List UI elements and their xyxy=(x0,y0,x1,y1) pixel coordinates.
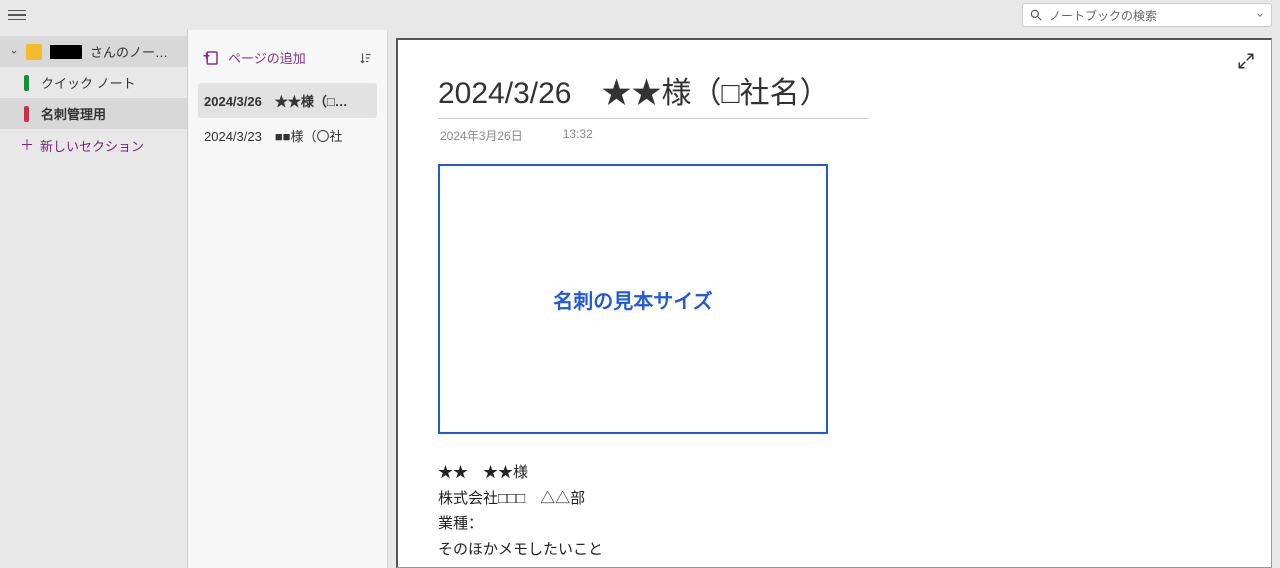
card-placeholder-box[interactable]: 名刺の見本サイズ xyxy=(438,164,828,434)
expand-icon[interactable] xyxy=(1237,52,1255,70)
chevron-down-icon xyxy=(10,48,18,56)
menu-toggle-icon[interactable] xyxy=(8,6,26,24)
notebook-icon xyxy=(26,44,42,60)
sidebar: さんのノートブック クイック ノート 名刺管理用 ＋ 新しいセクション xyxy=(0,30,188,568)
search-input[interactable]: ノートブックの検索 xyxy=(1022,3,1272,27)
page-canvas[interactable]: 2024/3/26 ★★様（□社名） 2024年3月26日 13:32 名刺の見… xyxy=(396,38,1272,568)
plus-icon: ＋ xyxy=(20,135,32,155)
page-list-item[interactable]: 2024/3/26 ★★様（□… xyxy=(198,83,377,118)
sort-icon[interactable] xyxy=(359,51,373,65)
section-label: 名刺管理用 xyxy=(41,104,106,123)
page-list-item[interactable]: 2024/3/23 ■■様（〇社 xyxy=(198,118,377,153)
add-page-icon xyxy=(202,49,220,67)
card-placeholder-text: 名刺の見本サイズ xyxy=(553,285,712,314)
section-color-icon xyxy=(24,75,29,91)
sidebar-notebook[interactable]: さんのノートブック xyxy=(0,36,187,67)
page-time: 13:32 xyxy=(563,127,593,144)
body-line: 業種： xyxy=(438,511,1231,537)
chevron-down-icon[interactable] xyxy=(1255,10,1265,20)
sidebar-new-section[interactable]: ＋ 新しいセクション xyxy=(0,129,187,161)
sidebar-section-cards[interactable]: 名刺管理用 xyxy=(0,98,187,129)
body-line: 株式会社□□□ △△部 xyxy=(438,486,1231,512)
add-page-label: ページの追加 xyxy=(228,48,351,67)
search-icon xyxy=(1029,8,1043,22)
add-page-button[interactable]: ページの追加 xyxy=(198,44,377,71)
redacted-name xyxy=(50,45,82,59)
search-placeholder: ノートブックの検索 xyxy=(1049,7,1249,24)
body-line: そのほかメモしたいこと xyxy=(438,537,1231,563)
page-date: 2024年3月26日 xyxy=(440,127,523,144)
section-label: クイック ノート xyxy=(41,73,136,92)
new-section-label: 新しいセクション xyxy=(40,136,144,155)
page-list: ページの追加 2024/3/26 ★★様（□… 2024/3/23 ■■様（〇社 xyxy=(188,30,388,568)
page-body[interactable]: ★★ ★★様 株式会社□□□ △△部 業種： そのほかメモしたいこと xyxy=(438,460,1231,562)
notebook-label: さんのノートブック xyxy=(90,42,177,61)
section-color-icon xyxy=(24,106,29,122)
body-line: ★★ ★★様 xyxy=(438,460,1231,486)
sidebar-section-quicknotes[interactable]: クイック ノート xyxy=(0,67,187,98)
page-title[interactable]: 2024/3/26 ★★様（□社名） xyxy=(438,68,868,119)
